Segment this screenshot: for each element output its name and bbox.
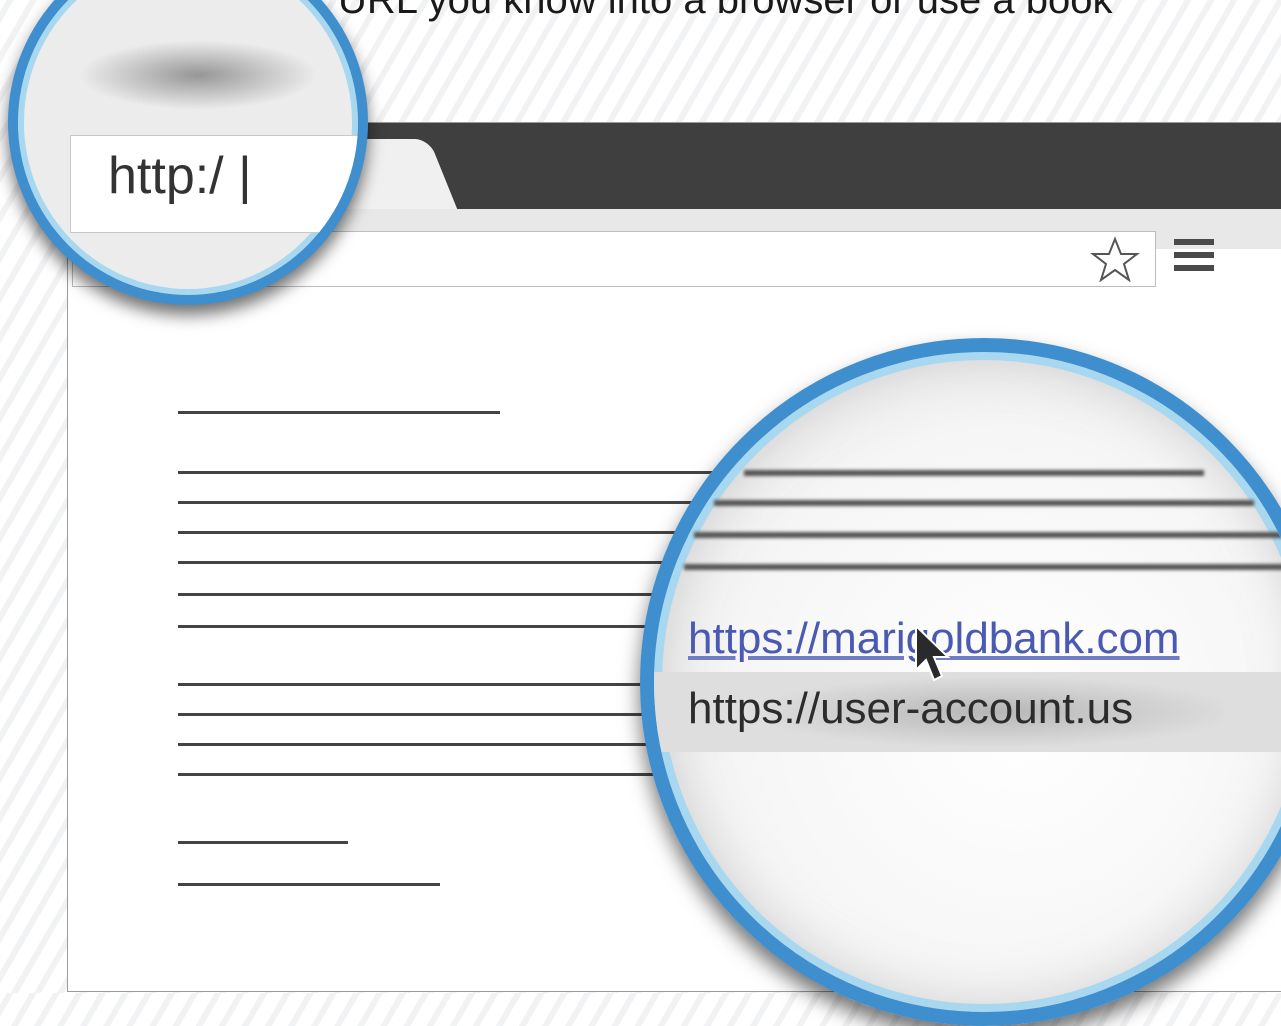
content-line (178, 561, 738, 564)
magnified-content-line (744, 470, 1204, 476)
content-line (178, 883, 440, 886)
content-line (178, 531, 738, 534)
content-line (178, 501, 738, 504)
lens-shine (78, 40, 318, 110)
suggested-url[interactable]: https://user-account.us (688, 684, 1133, 734)
arrow-cursor-icon (915, 624, 951, 682)
content-line (178, 411, 500, 414)
content-line (178, 841, 348, 844)
content-line (178, 471, 738, 474)
magnified-url-text: http:/ | (108, 147, 252, 205)
caption-text: URL you know into a browser or use a boo… (338, 0, 1113, 22)
star-icon[interactable] (1090, 236, 1140, 282)
magnified-content-line (714, 500, 1254, 506)
hamburger-menu-icon[interactable] (1174, 239, 1220, 279)
magnified-content-line (694, 532, 1281, 538)
magnified-content-line (684, 564, 1281, 570)
